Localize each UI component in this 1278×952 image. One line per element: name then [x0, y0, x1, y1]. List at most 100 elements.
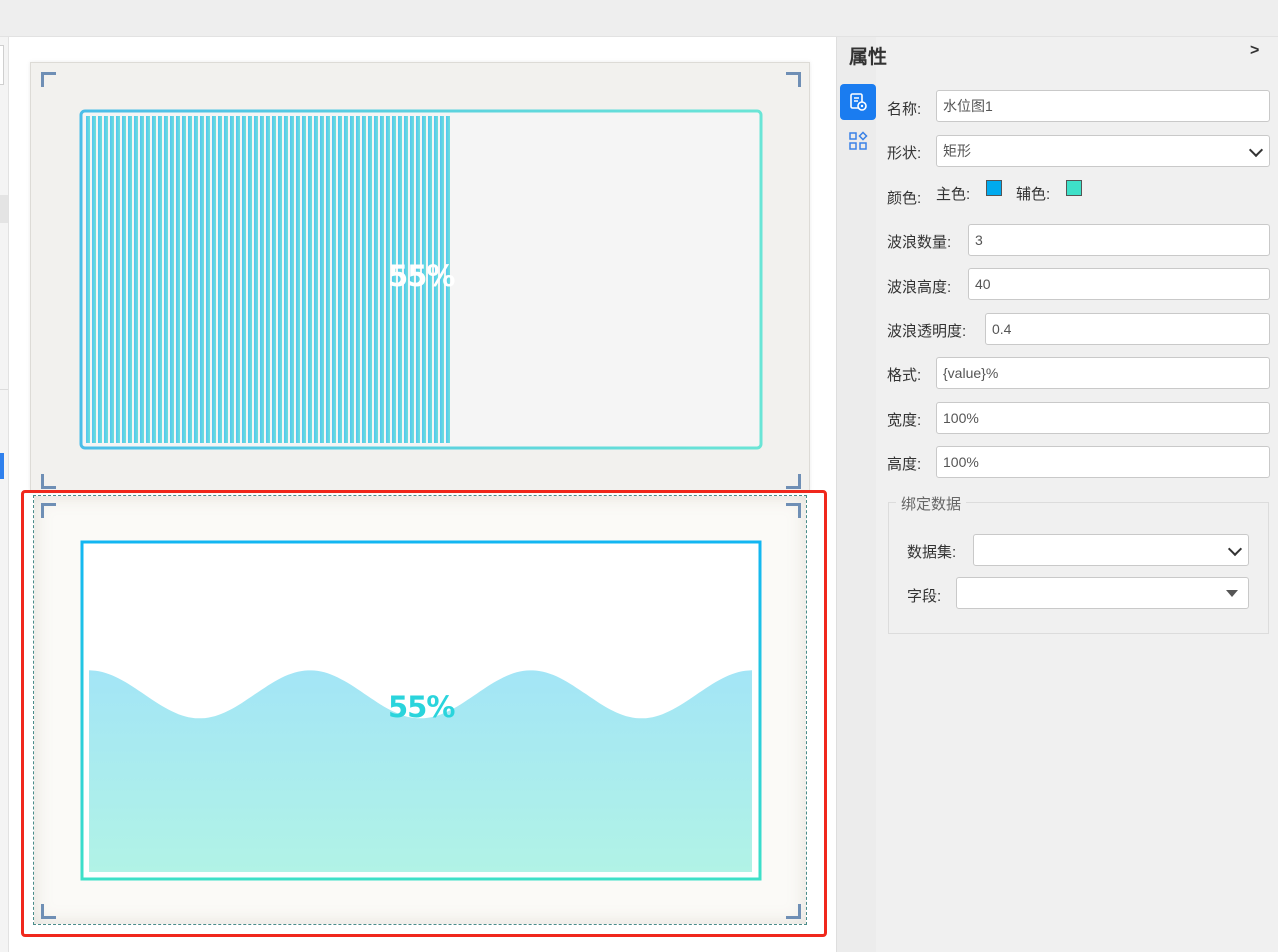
corner-marker — [41, 72, 56, 87]
components-grid-icon — [849, 131, 868, 150]
percent-label-wave: 55% — [388, 690, 455, 724]
panel-title: 属性 — [849, 47, 888, 68]
level-bar — [92, 116, 96, 443]
level-bar — [338, 116, 342, 443]
color-label: 颜色: — [887, 190, 922, 207]
chevron-down-icon — [1248, 142, 1264, 158]
tab-style-settings[interactable] — [840, 84, 876, 120]
level-bar — [116, 116, 120, 443]
level-bar — [296, 116, 300, 443]
level-bar — [242, 116, 246, 443]
percent-label-bars: 55% — [388, 259, 455, 293]
level-bar — [356, 116, 360, 443]
sidebar-item[interactable] — [0, 195, 8, 223]
dataset-label: 数据集: — [907, 544, 957, 561]
wave-count-input[interactable]: 3 — [968, 224, 1270, 256]
binding-legend: 绑定数据 — [896, 493, 967, 514]
height-label: 高度: — [887, 456, 922, 473]
level-bar — [260, 116, 264, 443]
level-bar — [368, 116, 372, 443]
level-bar — [110, 116, 114, 443]
secondary-color-label: 辅色: — [1016, 186, 1051, 203]
level-bar — [188, 116, 192, 443]
shape-select-value: 矩形 — [943, 143, 971, 159]
corner-marker — [786, 72, 801, 87]
level-bar — [380, 116, 384, 443]
dataset-select[interactable] — [973, 534, 1249, 566]
format-label: 格式: — [887, 367, 922, 384]
divider — [0, 389, 8, 390]
primary-color-label: 主色: — [936, 186, 971, 203]
corner-marker — [41, 474, 56, 489]
level-bar — [128, 116, 132, 443]
level-bar — [230, 116, 234, 443]
panel-tab-bar — [836, 37, 877, 952]
level-bar — [170, 116, 174, 443]
corner-marker — [41, 503, 56, 518]
level-bar — [152, 116, 156, 443]
sidebar-toggle[interactable] — [0, 45, 4, 85]
level-bar — [308, 116, 312, 443]
corner-marker — [786, 904, 801, 919]
level-bar — [98, 116, 102, 443]
level-bar — [86, 116, 90, 443]
corner-marker — [786, 503, 801, 518]
level-bar — [374, 116, 378, 443]
level-bar — [272, 116, 276, 443]
level-bar — [314, 116, 318, 443]
field-label: 字段: — [907, 588, 942, 605]
wave-opacity-label: 波浪透明度: — [887, 323, 967, 340]
level-bar — [326, 116, 330, 443]
chevron-down-icon — [1227, 541, 1243, 557]
level-bar — [320, 116, 324, 443]
corner-marker — [786, 474, 801, 489]
caret-down-icon — [1226, 590, 1238, 597]
level-bar — [146, 116, 150, 443]
level-bar — [122, 116, 126, 443]
level-bar — [224, 116, 228, 443]
level-bar — [344, 116, 348, 443]
level-bar — [104, 116, 108, 443]
level-bar — [350, 116, 354, 443]
level-bar — [284, 116, 288, 443]
field-select[interactable] — [956, 577, 1249, 609]
level-bar — [218, 116, 222, 443]
left-sidebar-edge — [0, 37, 9, 952]
secondary-color-swatch[interactable] — [1066, 180, 1082, 196]
height-input[interactable]: 100% — [936, 446, 1270, 478]
level-bar — [248, 116, 252, 443]
level-bar — [302, 116, 306, 443]
binding-group — [888, 502, 1269, 634]
collapse-panel-button[interactable]: > — [1250, 42, 1259, 60]
level-bar — [212, 116, 216, 443]
level-bar — [200, 116, 204, 443]
level-bar — [254, 116, 258, 443]
sidebar-active-indicator — [0, 453, 4, 479]
name-label: 名称: — [887, 101, 922, 118]
wave-height-input[interactable]: 40 — [968, 268, 1270, 300]
top-toolbar — [0, 0, 1278, 37]
level-bar — [290, 116, 294, 443]
tab-components[interactable] — [840, 123, 876, 159]
level-bar — [176, 116, 180, 443]
width-input[interactable]: 100% — [936, 402, 1270, 434]
wave-opacity-input[interactable]: 0.4 — [985, 313, 1270, 345]
name-input[interactable]: 水位图1 — [936, 90, 1270, 122]
shape-select[interactable]: 矩形 — [936, 135, 1270, 167]
level-bar — [266, 116, 270, 443]
format-input[interactable]: {value}% — [936, 357, 1270, 389]
wave-height-label: 波浪高度: — [887, 279, 952, 296]
level-bar — [140, 116, 144, 443]
width-label: 宽度: — [887, 412, 922, 429]
wave-count-label: 波浪数量: — [887, 234, 952, 251]
level-bar — [194, 116, 198, 443]
level-bar — [332, 116, 336, 443]
primary-color-swatch[interactable] — [986, 180, 1002, 196]
level-bar — [182, 116, 186, 443]
style-settings-icon — [850, 93, 867, 111]
level-bar — [164, 116, 168, 443]
level-bar — [134, 116, 138, 443]
level-bar — [362, 116, 366, 443]
level-bar — [158, 116, 162, 443]
level-bar — [206, 116, 210, 443]
